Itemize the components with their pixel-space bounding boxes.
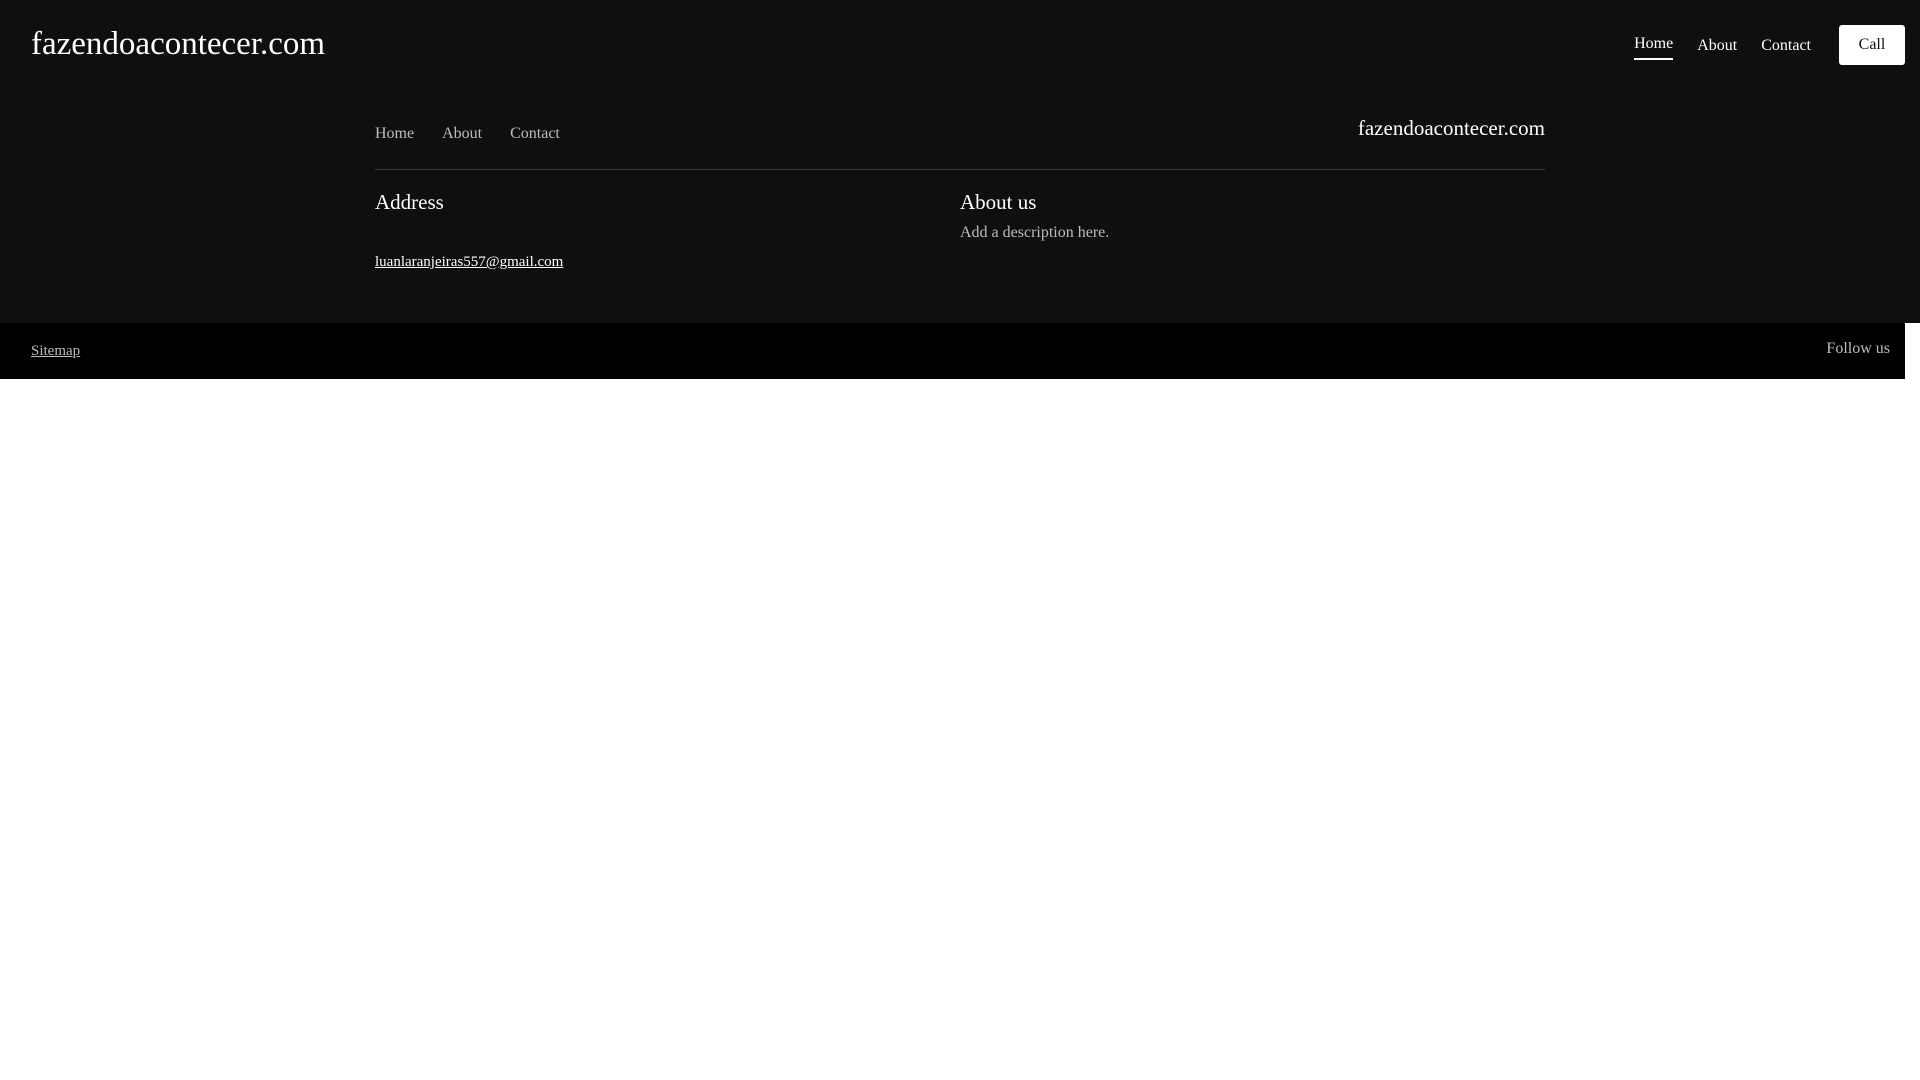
footer-nav-about[interactable]: About bbox=[442, 122, 482, 146]
site-header: fazendoacontecer.com Home About Contact … bbox=[0, 0, 1920, 90]
footer-columns: Address luanlaranjeiras557@gmail.com Abo… bbox=[375, 170, 1545, 272]
top-nav: Home About Contact bbox=[1634, 32, 1811, 60]
footer-nav: Home About Contact bbox=[375, 122, 560, 146]
follow-us-label: Follow us bbox=[1826, 340, 1890, 357]
footer-top-row: Home About Contact fazendoacontecer.com bbox=[375, 110, 1545, 170]
site-logo[interactable]: fazendoacontecer.com bbox=[31, 22, 325, 66]
top-nav-home[interactable]: Home bbox=[1634, 32, 1674, 60]
about-column: About us Add a description here. bbox=[960, 188, 1545, 272]
address-column: Address luanlaranjeiras557@gmail.com bbox=[375, 188, 960, 272]
top-nav-contact[interactable]: Contact bbox=[1761, 34, 1811, 58]
footer-content: Home About Contact fazendoacontecer.com … bbox=[375, 110, 1545, 272]
footer-nav-home[interactable]: Home bbox=[375, 122, 414, 146]
about-heading: About us bbox=[960, 190, 1037, 214]
footer-nav-contact[interactable]: Contact bbox=[510, 122, 560, 146]
footer-brand: fazendoacontecer.com bbox=[1357, 116, 1545, 140]
address-heading: Address bbox=[375, 190, 444, 214]
about-description: Add a description here. bbox=[960, 224, 1110, 241]
email-link[interactable]: luanlaranjeiras557@gmail.com bbox=[375, 252, 563, 272]
call-button[interactable]: Call bbox=[1839, 25, 1905, 65]
sitemap-link[interactable]: Sitemap bbox=[31, 341, 80, 361]
bottom-bar: Sitemap Follow us bbox=[0, 323, 1905, 379]
top-nav-about[interactable]: About bbox=[1697, 34, 1737, 58]
